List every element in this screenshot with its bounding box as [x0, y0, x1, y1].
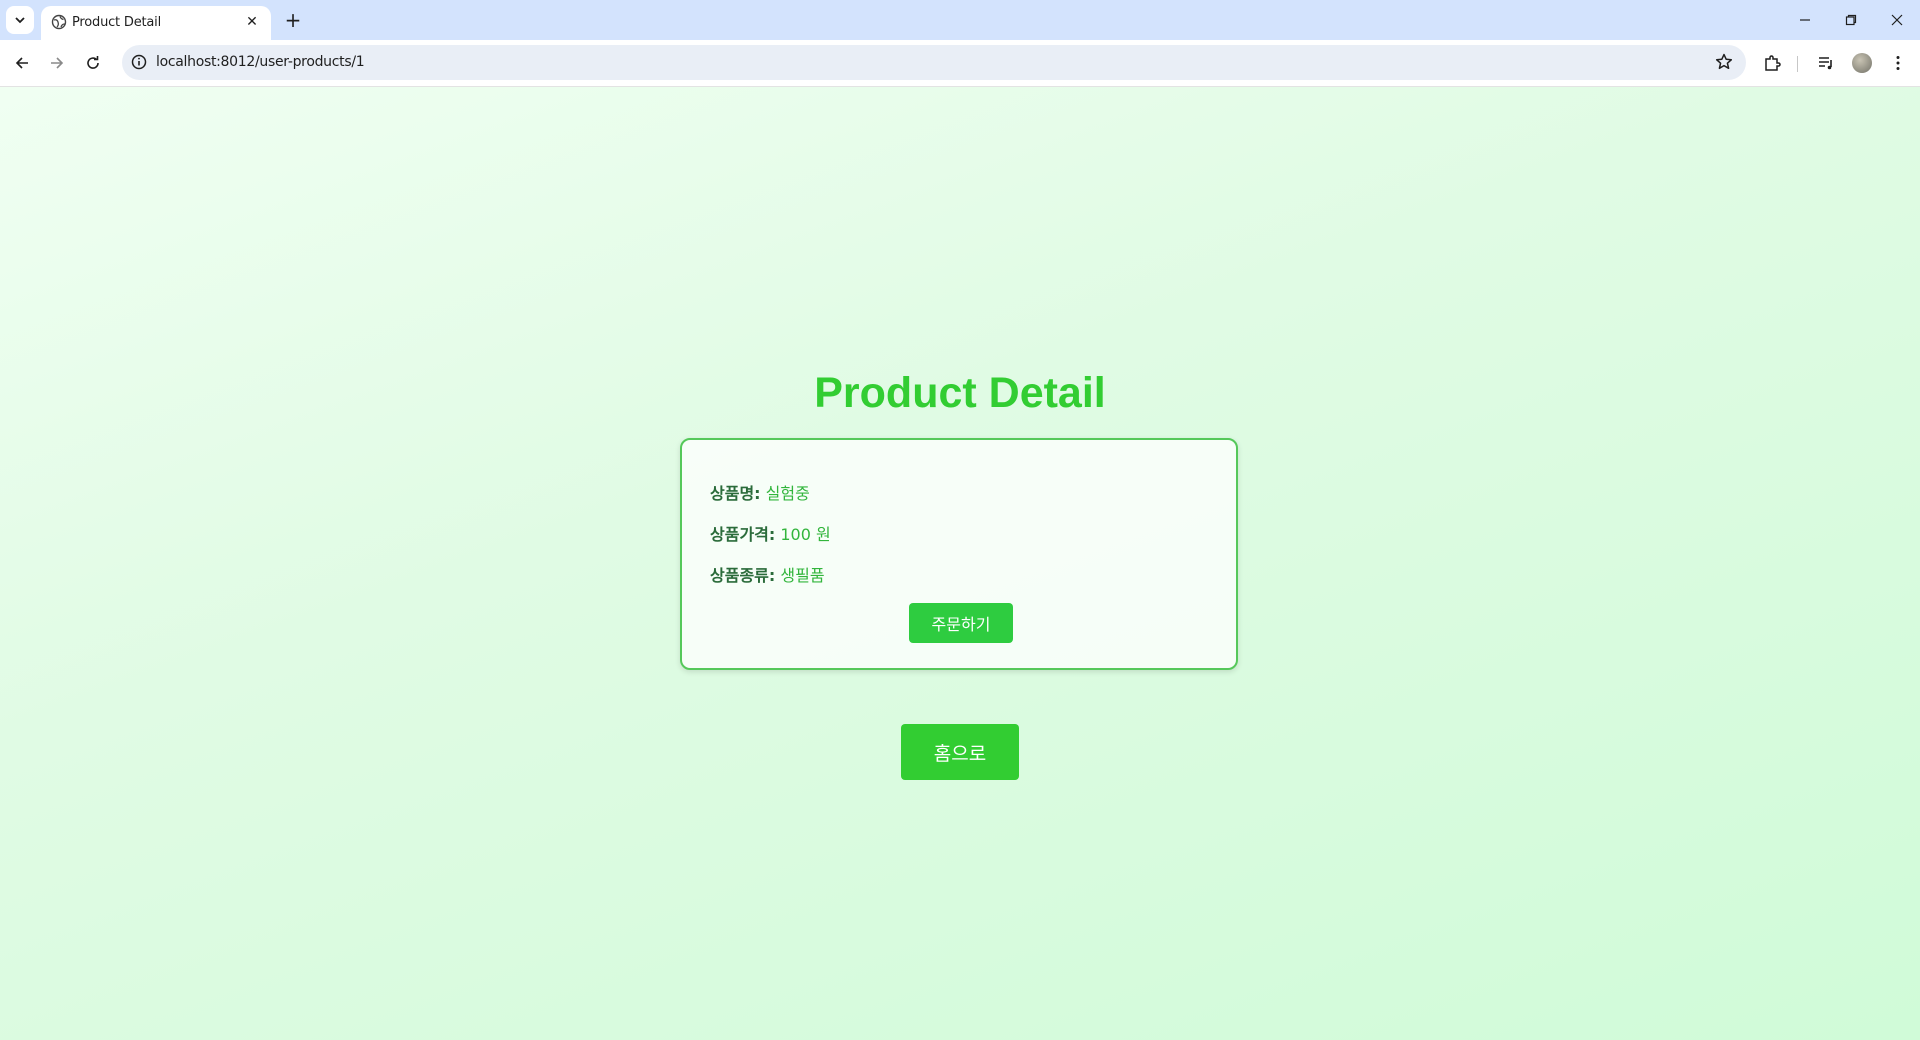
- product-type-label: 상품종류:: [710, 566, 776, 585]
- forward-icon[interactable]: [43, 49, 71, 77]
- window-close-icon[interactable]: [1874, 0, 1920, 40]
- extensions-icon[interactable]: [1760, 51, 1784, 75]
- product-name-value: 실험중: [765, 484, 810, 503]
- globe-icon: [51, 14, 67, 30]
- product-price-value: 100 원: [780, 525, 831, 544]
- minimize-icon[interactable]: [1782, 0, 1828, 40]
- menu-icon[interactable]: [1886, 51, 1910, 75]
- avatar[interactable]: [1852, 53, 1872, 73]
- tab-strip: Product Detail ✕ +: [0, 0, 1920, 40]
- product-price-row: 상품가격: 100 원: [710, 521, 831, 545]
- reload-icon[interactable]: [79, 49, 107, 77]
- chevron-down-icon: [15, 17, 25, 24]
- product-type-row: 상품종류: 생필품: [710, 562, 825, 586]
- product-name-label: 상품명:: [710, 484, 761, 503]
- close-icon[interactable]: ✕: [243, 13, 261, 31]
- tab-search-button[interactable]: [6, 6, 34, 34]
- product-card: 상품명: 실험중 상품가격: 100 원 상품종류: 생필품 주문하기: [680, 438, 1238, 670]
- plus-icon[interactable]: +: [281, 8, 305, 32]
- product-price-label: 상품가격:: [710, 525, 776, 544]
- back-icon[interactable]: [8, 49, 36, 77]
- info-icon[interactable]: [130, 53, 148, 71]
- product-name-row: 상품명: 실험중: [710, 480, 810, 504]
- browser-toolbar: localhost:8012/user-products/1: [0, 40, 1920, 87]
- product-type-value: 생필품: [780, 566, 825, 585]
- url-text[interactable]: localhost:8012/user-products/1: [156, 54, 365, 70]
- tab-title: Product Detail: [72, 15, 161, 30]
- home-button[interactable]: 홈으로: [901, 724, 1019, 780]
- restore-icon[interactable]: [1828, 0, 1874, 40]
- toolbar-divider: [1797, 56, 1798, 72]
- page-viewport: Product Detail 상품명: 실험중 상품가격: 100 원 상품종류…: [0, 87, 1920, 1040]
- star-icon[interactable]: [1714, 52, 1734, 72]
- order-button[interactable]: 주문하기: [909, 603, 1013, 643]
- tab-product-detail[interactable]: Product Detail ✕: [41, 6, 271, 40]
- address-bar[interactable]: localhost:8012/user-products/1: [122, 45, 1746, 80]
- page-title: Product Detail: [814, 369, 1106, 417]
- media-icon[interactable]: [1814, 51, 1838, 75]
